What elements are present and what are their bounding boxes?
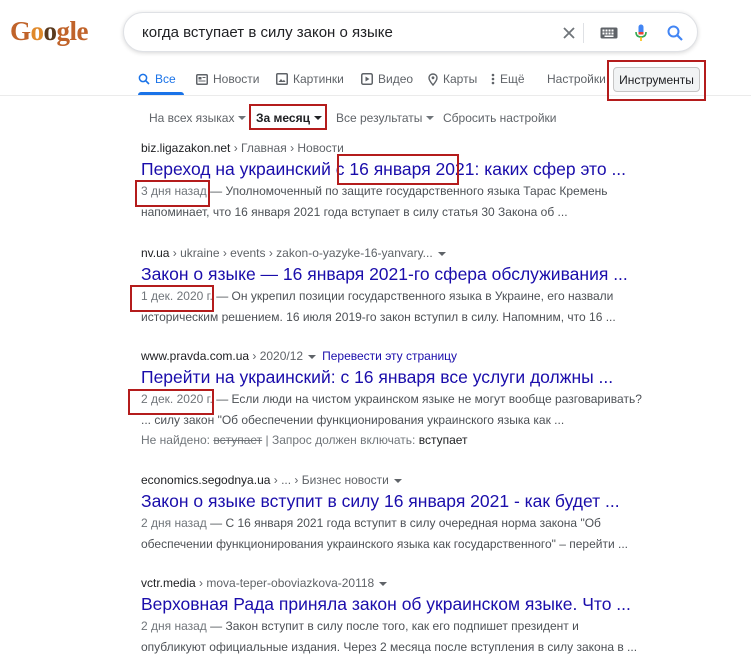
logo-letter: o bbox=[30, 16, 45, 46]
tab-more[interactable]: Ещё bbox=[491, 66, 525, 92]
result-title-link[interactable]: Верховная Рада приняла закон об украинск… bbox=[141, 592, 741, 616]
result-cite[interactable]: www.pravda.com.ua › 2020/12 Перевести эту… bbox=[141, 347, 741, 365]
snippet-line-1: — Уполномоченный по защите государственн… bbox=[206, 184, 608, 198]
tab-label: Настройки bbox=[547, 72, 606, 86]
snippet-line-1: — Закон вступит в силу после того, как е… bbox=[206, 619, 579, 633]
tab-settings[interactable]: Настройки bbox=[547, 66, 606, 92]
logo-letter: G bbox=[10, 16, 31, 46]
google-logo[interactable]: Google bbox=[10, 14, 89, 48]
result-domain: biz.ligazakon.net bbox=[141, 141, 231, 155]
highlight-box-date bbox=[130, 285, 214, 312]
not-found-label: Не найдено: bbox=[141, 433, 210, 447]
snippet-line-1: — С 16 января 2021 года вступит в силу о… bbox=[206, 516, 601, 530]
caret-down-icon[interactable] bbox=[437, 251, 446, 256]
search-result: economics.segodnya.ua › ... › Бизнес нов… bbox=[141, 471, 741, 555]
result-snippet: 2 дек. 2020 г. — Если люди на чистом укр… bbox=[141, 389, 741, 431]
highlight-box-time bbox=[249, 104, 327, 130]
search-icon bbox=[138, 73, 150, 85]
tab-all[interactable]: Все bbox=[138, 66, 176, 92]
result-domain: economics.segodnya.ua bbox=[141, 473, 271, 487]
highlight-box-date bbox=[128, 389, 214, 415]
result-path: › ukraine › events › zakon-o-yazyke-16-y… bbox=[169, 246, 433, 260]
search-icon[interactable] bbox=[664, 22, 686, 44]
news-icon bbox=[196, 73, 208, 85]
caret-down-icon[interactable] bbox=[379, 581, 388, 586]
result-path: › 2020/12 bbox=[249, 349, 304, 363]
result-cite[interactable]: nv.ua › ukraine › events › zakon-o-yazyk… bbox=[141, 244, 741, 262]
snippet-line-1: — Он укрепил позиции государственного яз… bbox=[212, 289, 614, 303]
tab-label: Все bbox=[155, 72, 176, 86]
highlight-box-tools bbox=[607, 60, 706, 101]
highlight-box-date bbox=[135, 180, 210, 207]
snippet-line-2: напоминает, что 16 января 2021 года всту… bbox=[141, 205, 568, 219]
required-label: | Запрос должен включать: bbox=[265, 433, 416, 447]
tab-maps[interactable]: Карты bbox=[428, 66, 477, 92]
caret-down-icon[interactable] bbox=[308, 354, 317, 359]
more-icon bbox=[491, 73, 495, 85]
tab-label: Карты bbox=[443, 72, 478, 86]
result-path: › ... › Бизнес новости bbox=[270, 473, 389, 487]
snippet-line-2: ... силу закон "Об обеспечении функциони… bbox=[141, 413, 565, 427]
mic-icon[interactable] bbox=[630, 22, 652, 44]
result-snippet: 3 дня назад — Уполномоченный по защите г… bbox=[141, 181, 741, 223]
result-snippet: 2 дня назад — С 16 января 2021 года всту… bbox=[141, 513, 741, 555]
tab-label: Видео bbox=[378, 72, 414, 86]
tab-video[interactable]: Видео bbox=[361, 66, 413, 92]
missing-term: вступает bbox=[213, 433, 263, 447]
search-input[interactable] bbox=[142, 22, 562, 42]
logo-letter: l bbox=[69, 16, 78, 46]
result-path: › mova-teper-oboviazkova-20118 bbox=[195, 576, 375, 590]
snippet-line-2: обеспечении функционирования украинского… bbox=[141, 537, 629, 551]
result-snippet: 2 дня назад — Закон вступит в силу после… bbox=[141, 616, 741, 658]
language-filter[interactable]: На всех языках bbox=[149, 108, 247, 128]
snippet-line-2: опубликуют официальные издания. Через 2 … bbox=[141, 640, 638, 654]
tab-label: Картинки bbox=[293, 72, 344, 86]
caret-down-icon bbox=[426, 116, 435, 120]
keyboard-icon[interactable] bbox=[598, 22, 620, 44]
image-icon bbox=[276, 73, 288, 85]
tab-label: Ещё bbox=[500, 72, 525, 86]
result-domain: vctr.media bbox=[141, 576, 196, 590]
logo-letter: g bbox=[56, 16, 71, 46]
logo-letter: e bbox=[76, 16, 89, 46]
search-result: vctr.media › mova-teper-oboviazkova-2011… bbox=[141, 574, 741, 658]
highlight-box-date-in-title bbox=[337, 154, 459, 185]
result-date: 2 дня назад bbox=[141, 516, 207, 530]
result-title-link[interactable]: Закон о языке — 16 января 2021-го сфера … bbox=[141, 262, 741, 286]
results-filter-label: Все результаты bbox=[336, 111, 423, 125]
result-date: 2 дня назад bbox=[141, 619, 207, 633]
video-icon bbox=[361, 73, 373, 85]
result-domain: nv.ua bbox=[141, 246, 170, 260]
result-title-link[interactable]: Перейти на украинский: с 16 января все у… bbox=[141, 365, 741, 389]
logo-letter: o bbox=[43, 16, 58, 46]
divider bbox=[583, 23, 584, 43]
result-cite[interactable]: vctr.media › mova-teper-oboviazkova-2011… bbox=[141, 574, 741, 592]
tab-label: Новости bbox=[213, 72, 260, 86]
reset-settings-link[interactable]: Сбросить настройки bbox=[443, 108, 556, 128]
result-title-link[interactable]: Закон о языке вступит в силу 16 января 2… bbox=[141, 489, 741, 513]
result-cite[interactable]: economics.segodnya.ua › ... › Бизнес нов… bbox=[141, 471, 741, 489]
search-result: www.pravda.com.ua › 2020/12 Перевести эту… bbox=[141, 347, 741, 449]
search-box bbox=[123, 12, 698, 52]
caret-down-icon bbox=[238, 116, 247, 120]
result-domain: www.pravda.com.ua bbox=[141, 349, 250, 363]
translate-page-link[interactable]: Перевести эту страницу bbox=[322, 349, 457, 363]
missing-terms-line: Не найдено: вступает | Запрос должен вкл… bbox=[141, 431, 741, 449]
tab-news[interactable]: Новости bbox=[196, 66, 259, 92]
results-filter[interactable]: Все результаты bbox=[336, 108, 435, 128]
tab-images[interactable]: Картинки bbox=[276, 66, 344, 92]
caret-down-icon[interactable] bbox=[393, 478, 402, 483]
map-pin-icon bbox=[428, 72, 438, 86]
search-result: nv.ua › ukraine › events › zakon-o-yazyk… bbox=[141, 244, 741, 328]
require-term-link[interactable]: вступает bbox=[419, 433, 468, 447]
result-path: › Главная › Новости bbox=[230, 141, 344, 155]
result-snippet: 1 дек. 2020 г. — Он укрепил позиции госу… bbox=[141, 286, 741, 328]
snippet-line-1: — Если люди на чистом украинском языке н… bbox=[212, 392, 642, 406]
language-filter-label: На всех языках bbox=[149, 111, 235, 125]
reset-settings-label: Сбросить настройки bbox=[443, 111, 557, 125]
close-icon[interactable] bbox=[558, 22, 580, 44]
snippet-line-2: историческим решением. 16 июля 2019-го з… bbox=[141, 310, 616, 324]
